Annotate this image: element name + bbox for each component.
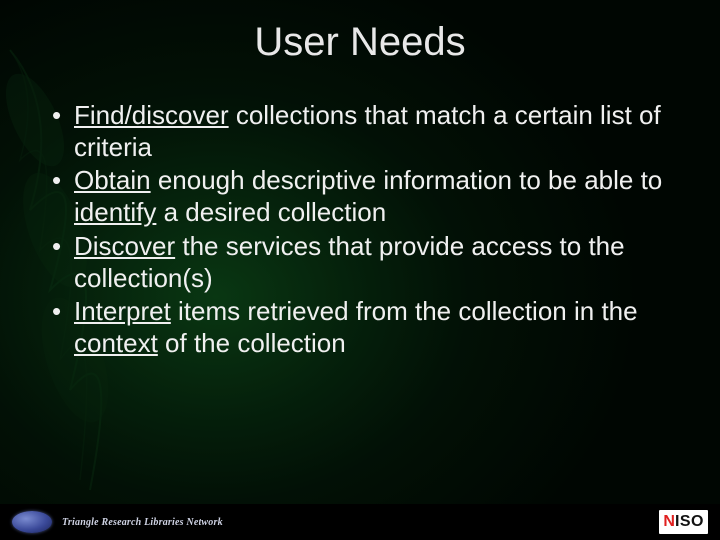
slide-title: User Needs [0, 20, 720, 65]
niso-iso: ISO [675, 513, 704, 531]
niso-n: N [663, 513, 675, 531]
trln-oval-icon [12, 511, 52, 533]
bullet-dot-icon: • [48, 100, 74, 163]
bullet-list: •Find/discover collections that match a … [48, 100, 668, 362]
bullet-item: •Obtain enough descriptive information t… [48, 165, 668, 228]
bullet-item: •Discover the services that provide acce… [48, 231, 668, 294]
bullet-dot-icon: • [48, 231, 74, 294]
footer-bar: Triangle Research Libraries Network NISO [0, 504, 720, 540]
niso-logo: NISO [659, 510, 708, 534]
bullet-dot-icon: • [48, 296, 74, 359]
bullet-text: Find/discover collections that match a c… [74, 100, 668, 163]
trln-logo: Triangle Research Libraries Network [12, 511, 223, 533]
bullet-text: Obtain enough descriptive information to… [74, 165, 668, 228]
bullet-dot-icon: • [48, 165, 74, 228]
bullet-text: Interpret items retrieved from the colle… [74, 296, 668, 359]
trln-text: Triangle Research Libraries Network [62, 517, 223, 528]
bullet-item: •Interpret items retrieved from the coll… [48, 296, 668, 359]
bullet-item: •Find/discover collections that match a … [48, 100, 668, 163]
bullet-text: Discover the services that provide acces… [74, 231, 668, 294]
slide: User Needs •Find/discover collections th… [0, 0, 720, 540]
